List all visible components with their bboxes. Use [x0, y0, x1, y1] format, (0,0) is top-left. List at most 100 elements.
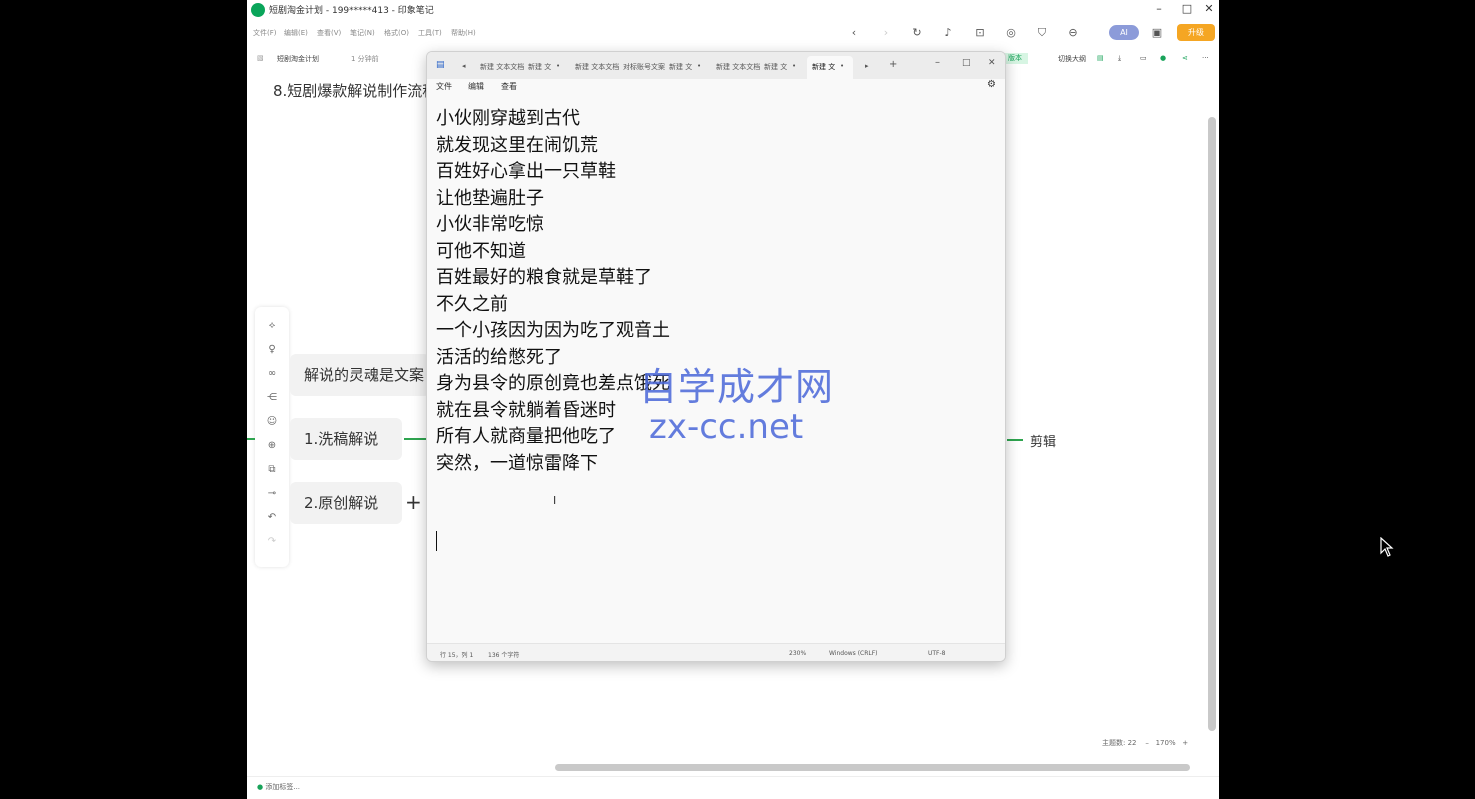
notepad-status-bar: 行 15，列 1 136 个字符 230% Windows (CRLF) UTF…: [427, 643, 1005, 661]
tab-5[interactable]: 新建 文: [669, 62, 692, 72]
sidebar-toggle-icon[interactable]: ▧: [257, 54, 264, 62]
account-icon[interactable]: ▣: [1150, 26, 1164, 40]
node-text: 2.原创解说: [304, 494, 379, 512]
export-icon[interactable]: ▤: [1097, 54, 1104, 62]
text-caret: [436, 531, 437, 551]
bulb-icon[interactable]: ♀: [265, 343, 279, 357]
np-minimize-icon[interactable]: –: [935, 57, 940, 68]
minimize-icon[interactable]: –: [1149, 2, 1169, 15]
evernote-logo-icon: [251, 3, 265, 17]
connector-line: [1007, 439, 1023, 441]
notepad-icon: ▤: [436, 60, 445, 70]
more-icon[interactable]: ···: [1202, 54, 1209, 62]
ai-button[interactable]: AI: [1109, 25, 1139, 40]
node-text: 1.洗稿解说: [304, 430, 379, 448]
add-node-icon[interactable]: +: [405, 490, 422, 514]
tab-close-icon[interactable]: •: [792, 62, 796, 70]
emoji-icon[interactable]: ☺: [265, 415, 279, 429]
add-tag-button[interactable]: ● 添加标签...: [257, 782, 300, 792]
add-circle-icon[interactable]: ⊕: [265, 439, 279, 453]
horizontal-scrollbar[interactable]: [555, 764, 1190, 771]
text-line: 让他垫遍肚子: [436, 187, 544, 209]
np-maximize-icon[interactable]: □: [962, 58, 971, 68]
tab-close-icon[interactable]: •: [556, 62, 560, 70]
maximize-icon[interactable]: □: [1177, 2, 1197, 15]
user-icon[interactable]: ●: [1160, 54, 1166, 62]
tab-scroll-left-icon[interactable]: ◂: [462, 62, 466, 70]
menu-view[interactable]: 查看(V): [317, 28, 341, 38]
close-icon[interactable]: ✕: [1199, 2, 1219, 15]
tab-6[interactable]: 新建 文本文档: [716, 62, 760, 72]
sync-icon[interactable]: ↻: [910, 26, 924, 40]
watermark-en: zx-cc.net: [649, 407, 804, 447]
connector-line: [404, 438, 426, 440]
more-circle-icon[interactable]: ⊖: [1066, 26, 1080, 40]
np-close-icon[interactable]: ✕: [988, 58, 996, 68]
forward-icon[interactable]: ›: [879, 26, 893, 40]
menu-tools[interactable]: 工具(T): [418, 28, 442, 38]
char-count: 136 个字符: [488, 652, 520, 659]
text-line: 一个小孩因为因为吃了观音土: [436, 320, 670, 341]
mindmap-node-2[interactable]: 2.原创解说: [290, 482, 402, 524]
notepad-menu-bar: 文件 编辑 查看 ⚙: [427, 79, 1005, 95]
text-line: 不久之前: [436, 293, 508, 315]
cursor-position: 行 15，列 1: [440, 652, 474, 659]
tab-8-active[interactable]: 新建 文: [812, 62, 835, 72]
outline-toggle[interactable]: 切换大纲: [1058, 54, 1086, 64]
upgrade-button[interactable]: 升级: [1177, 24, 1215, 41]
last-edited: 1 分钟前: [351, 55, 379, 63]
node-text: 解说的灵魂是文案: [304, 366, 425, 384]
note-title[interactable]: 8.短剧爆款解说制作流程: [273, 80, 437, 101]
mindmap-node-center[interactable]: 解说的灵魂是文案: [290, 354, 430, 396]
shield-icon[interactable]: ⛉: [1035, 26, 1049, 40]
line-ending[interactable]: Windows (CRLF): [829, 650, 878, 657]
back-icon[interactable]: ‹: [847, 26, 861, 40]
add-tag-label: 添加标签...: [265, 783, 301, 791]
np-zoom[interactable]: 230%: [789, 650, 806, 657]
watermark: 自学成才网 zx-cc.net: [639, 356, 834, 447]
menu-file[interactable]: 文件(F): [253, 28, 277, 38]
menu-edit[interactable]: 编辑(E): [284, 28, 308, 38]
menu-format[interactable]: 格式(O): [384, 28, 409, 38]
branch-icon[interactable]: ⋲: [265, 391, 279, 405]
mindmap-node-1[interactable]: 1.洗稿解说: [290, 418, 402, 460]
present-icon[interactable]: ▭: [1140, 54, 1147, 62]
image-icon[interactable]: ⧉: [265, 463, 279, 477]
np-menu-file[interactable]: 文件: [436, 81, 452, 92]
tab-2[interactable]: 新建 文: [528, 62, 551, 72]
new-tab-icon[interactable]: +: [889, 59, 897, 70]
bell-icon[interactable]: ♪: [941, 26, 955, 40]
mindmap-node-edit[interactable]: 剪辑: [1030, 431, 1056, 450]
text-line: 就发现这里在闹饥荒: [436, 134, 598, 156]
tab-3[interactable]: 新建 文本文档: [575, 62, 619, 72]
share-box-icon[interactable]: ⊡: [973, 26, 987, 40]
np-menu-edit[interactable]: 编辑: [468, 81, 484, 92]
tab-close-icon[interactable]: •: [697, 62, 701, 70]
target-icon[interactable]: ◎: [1004, 26, 1018, 40]
redo-icon[interactable]: ↷: [265, 535, 279, 549]
watermark-cn: 自学成才网: [639, 365, 835, 409]
text-line: 小伙非常吃惊: [436, 214, 544, 235]
np-settings-icon[interactable]: ⚙: [987, 79, 996, 90]
tab-1[interactable]: 新建 文本文档: [480, 62, 524, 72]
notebook-selector[interactable]: 短剧淘金计划: [277, 54, 319, 64]
np-menu-view[interactable]: 查看: [501, 81, 517, 92]
tab-scroll-right-icon[interactable]: ▸: [865, 62, 869, 70]
connect-icon[interactable]: ∞: [265, 367, 279, 381]
tab-close-icon[interactable]: •: [840, 62, 844, 70]
tab-4[interactable]: 对标账号文案: [623, 62, 665, 72]
ibeam-cursor-icon: I: [553, 494, 557, 507]
tab-7[interactable]: 新建 文: [764, 62, 787, 72]
share-icon[interactable]: ⋖: [1182, 54, 1188, 62]
zoom-level: 170%: [1155, 739, 1176, 747]
mouse-pointer-icon: [1380, 537, 1394, 557]
menu-note[interactable]: 笔记(N): [350, 28, 375, 38]
menu-help[interactable]: 帮助(H): [451, 28, 476, 38]
vertical-scrollbar[interactable]: [1208, 117, 1216, 731]
download-icon[interactable]: ⤓: [1118, 54, 1121, 63]
encoding[interactable]: UTF-8: [928, 650, 946, 657]
layout-icon[interactable]: ⟡: [265, 319, 279, 333]
undo-icon[interactable]: ↶: [265, 511, 279, 525]
attach-icon[interactable]: ⊸: [265, 487, 279, 501]
text-line: 小伙刚穿越到古代: [436, 108, 580, 129]
